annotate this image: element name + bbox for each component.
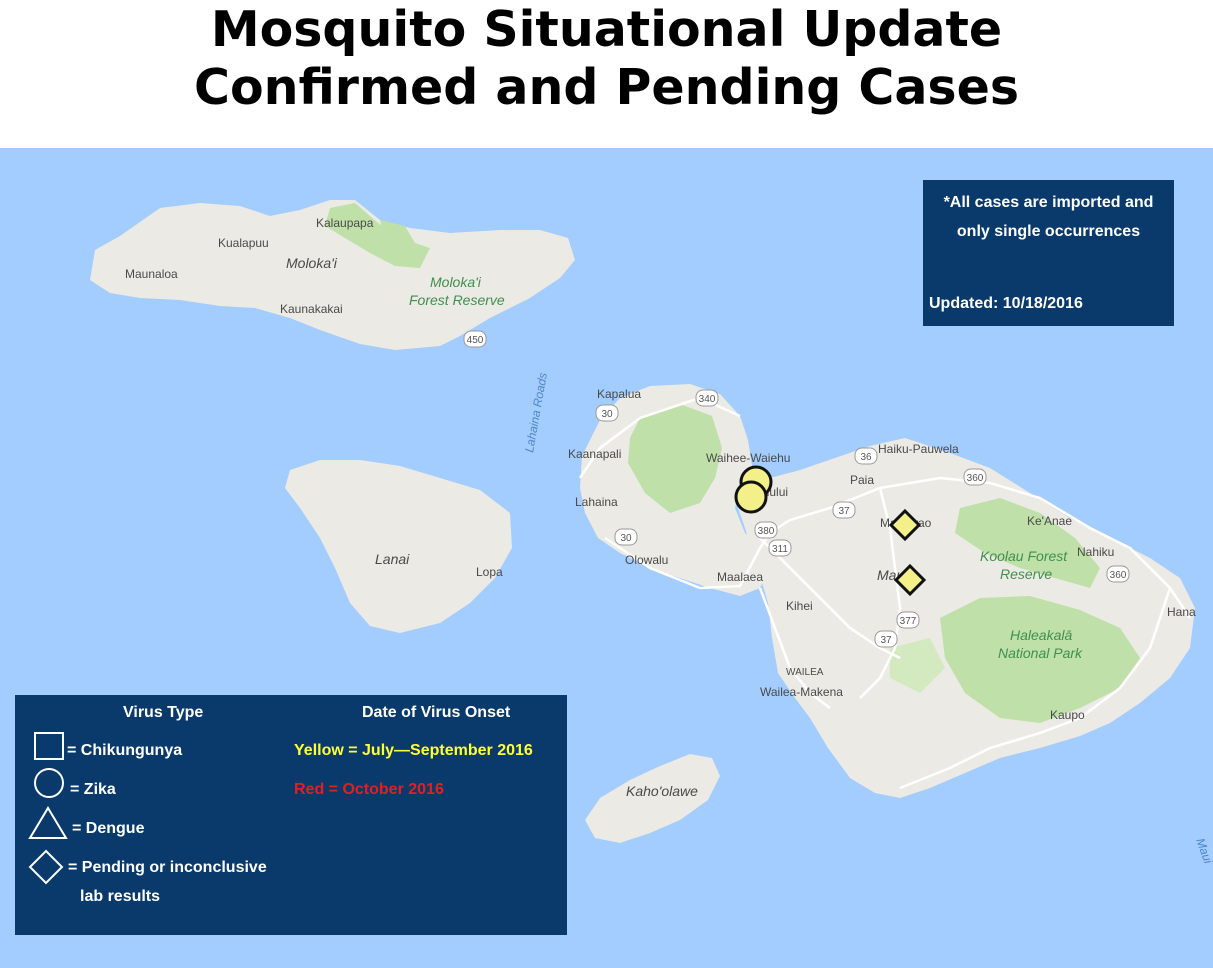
label-kahoolawe: Kaho'olawe — [626, 783, 698, 799]
label-wailea-makena: Wailea-Makena — [760, 685, 843, 699]
label-kaanapali: Kaanapali — [568, 447, 621, 461]
route-311: 311 — [772, 544, 788, 555]
legend-dengue: = Dengue — [72, 820, 145, 837]
route-36: 36 — [860, 452, 872, 463]
square-icon — [34, 732, 64, 760]
route-37-a: 37 — [838, 506, 850, 517]
legend-onset-heading: Date of Virus Onset — [362, 704, 511, 721]
label-kapalua: Kapalua — [597, 387, 641, 401]
label-lopa: Lopa — [476, 565, 503, 579]
route-37-b: 37 — [880, 635, 892, 646]
legend-chikungunya: = Chikungunya — [67, 742, 183, 759]
route-360-b: 360 — [1110, 570, 1127, 581]
label-haleakala-1: Haleakalā — [1010, 627, 1072, 643]
route-340: 340 — [699, 394, 716, 405]
legend: Virus Type Date of Virus Onset = Chikung… — [15, 695, 567, 935]
label-koolau-1: Koolau Forest — [980, 548, 1068, 564]
route-380: 380 — [758, 526, 775, 537]
updated-date: Updated: 10/18/2016 — [929, 295, 1083, 312]
route-360-a: 360 — [967, 473, 984, 484]
route-30-b: 30 — [620, 533, 632, 544]
label-wailea: WAILEA — [786, 667, 824, 678]
legend-onset-yellow: Yellow = July—September 2016 — [294, 742, 533, 759]
label-kalaupapa: Kalaupapa — [316, 216, 374, 230]
label-haiku: Haiku-Pauwela — [878, 442, 959, 456]
label-kaunakakai: Kaunakakai — [280, 302, 343, 316]
label-lahaina: Lahaina — [575, 495, 618, 509]
triangle-icon — [28, 806, 68, 839]
label-molokai-forest-1: Moloka'i — [430, 274, 482, 290]
zika-case-marker[interactable] — [734, 480, 768, 514]
label-nahiku: Nahiku — [1077, 545, 1114, 559]
label-kaupo: Kaupo — [1050, 708, 1085, 722]
info-box: *All cases are imported and only single … — [923, 180, 1174, 326]
label-hana: Hana — [1167, 605, 1196, 619]
label-keanae: Ke'Anae — [1027, 514, 1072, 528]
diamond-icon — [28, 849, 64, 885]
title-line-2: Confirmed and Pending Cases — [193, 59, 1019, 116]
route-30-a: 30 — [601, 409, 613, 420]
legend-pending-2: lab results — [80, 888, 161, 905]
title-line-1: Mosquito Situational Update — [210, 1, 1003, 58]
legend-virus-type-heading: Virus Type — [123, 704, 204, 721]
label-maalaea: Maalaea — [717, 570, 763, 584]
info-note: *All cases are imported and only single … — [923, 188, 1174, 246]
legend-onset-red: Red = October 2016 — [294, 781, 444, 798]
label-olowalu: Olowalu — [625, 553, 668, 567]
route-450: 450 — [467, 335, 484, 346]
label-paia: Paia — [850, 473, 874, 487]
label-waihee: Waihee-Waiehu — [706, 451, 790, 465]
info-note-line-1: *All cases are imported and — [943, 194, 1154, 211]
label-koolau-2: Reserve — [1000, 566, 1052, 582]
info-note-line-2: only single occurrences — [956, 223, 1141, 240]
legend-pending: = Pending or inconclusive — [68, 859, 267, 876]
circle-icon — [34, 768, 64, 798]
label-kihei: Kihei — [786, 599, 813, 613]
label-lanai: Lanai — [375, 551, 410, 567]
label-molokai-forest-2: Forest Reserve — [409, 292, 505, 308]
label-maunaloa: Maunaloa — [125, 267, 178, 281]
label-molokai: Moloka'i — [286, 255, 338, 271]
label-haleakala-2: National Park — [998, 645, 1083, 661]
legend-zika: = Zika — [70, 781, 116, 798]
route-377: 377 — [900, 616, 917, 627]
label-kualapuu: Kualapuu — [218, 236, 269, 250]
